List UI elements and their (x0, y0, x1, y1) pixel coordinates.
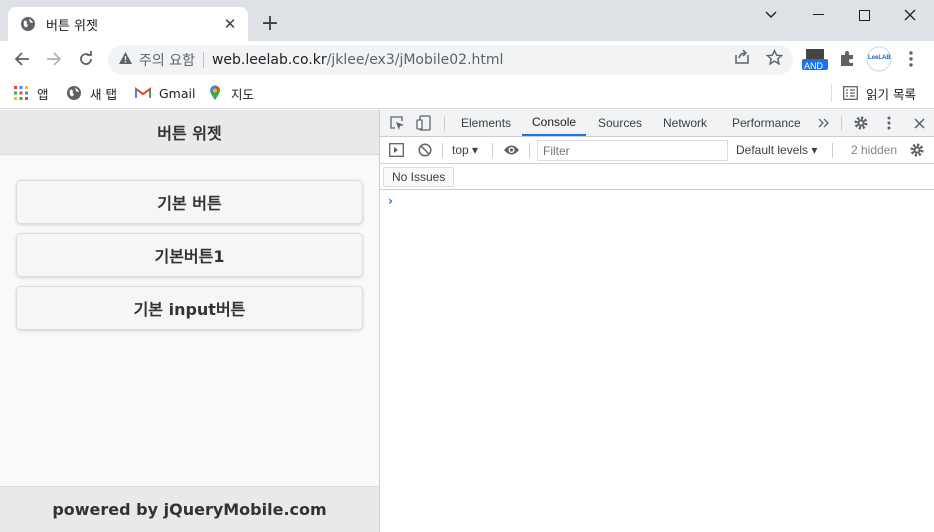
bookmark-maps[interactable]: 지도 (207, 82, 254, 104)
basic-button-1[interactable]: 기본버튼1 (16, 233, 363, 277)
browser-toolbar: 주의 요함 web.leelab.co.kr/jklee/ex3/jMobile… (0, 41, 934, 77)
settings-gear-icon[interactable] (852, 114, 870, 132)
console-toolbar: top ▾ Default levels ▾ 2 hidden (380, 137, 934, 164)
browser-tab[interactable]: 버튼 위젯 ✕ (8, 7, 248, 41)
tab-strip: 버튼 위젯 ✕ + (0, 0, 934, 41)
tab-title: 버튼 위젯 (46, 18, 98, 34)
warning-icon[interactable] (118, 51, 133, 69)
profile-label: LeeLAB (868, 55, 891, 61)
page-viewport: 버튼 위젯 기본 버튼 기본버튼1 기본 input버튼 powered by … (0, 110, 379, 532)
button-label: 기본 버튼 (157, 194, 222, 213)
extensions-puzzle-icon[interactable] (834, 46, 860, 72)
page-header: 버튼 위젯 (0, 110, 379, 155)
tab-network[interactable]: Network (653, 110, 717, 136)
maximize-icon[interactable] (841, 0, 887, 30)
reading-list-button[interactable]: 읽기 목록 (842, 82, 916, 104)
footer-text: powered by jQueryMobile.com (52, 500, 327, 519)
gmail-icon (135, 85, 151, 101)
url-divider (202, 52, 204, 68)
page-footer: powered by jQueryMobile.com (0, 486, 379, 532)
maps-pin-icon (207, 85, 223, 101)
security-label[interactable]: 주의 요함 (139, 50, 195, 70)
reading-list-label: 읽기 목록 (866, 86, 916, 102)
filter-input[interactable] (537, 140, 728, 161)
reload-icon[interactable] (74, 47, 98, 71)
bookmark-label: 새 탭 (90, 86, 117, 102)
dropdown-arrow-icon: ▾ (811, 143, 818, 157)
bookmark-star-icon[interactable] (765, 48, 783, 66)
context-label: top (452, 143, 469, 157)
button-label: 기본 input버튼 (133, 300, 246, 319)
more-tabs-icon[interactable] (815, 114, 833, 132)
clear-console-icon[interactable] (416, 141, 434, 159)
forward-arrow-icon[interactable] (42, 47, 66, 71)
url-path: /jklee/ex3/jMobile02.html (326, 52, 504, 68)
bookmarks-divider (831, 84, 832, 102)
page-title: 버튼 위젯 (157, 124, 222, 143)
sidebar-toggle-icon[interactable] (387, 141, 405, 159)
log-levels-dropdown[interactable]: Default levels ▾ (736, 143, 817, 157)
more-menu-icon[interactable] (898, 46, 924, 72)
apps-grid-icon (13, 85, 29, 101)
hidden-count: 2 hidden (851, 143, 898, 157)
divider (832, 143, 833, 158)
tab-console[interactable]: Console (522, 110, 587, 136)
live-expression-eye-icon[interactable] (502, 141, 520, 159)
url-text[interactable]: web.leelab.co.kr/jklee/ex3/jMobile02.htm… (212, 52, 503, 68)
devtools-panel: Elements Console Sources Network Perform… (379, 110, 934, 532)
minimize-icon[interactable] (795, 0, 841, 30)
device-toolbar-icon[interactable] (415, 114, 433, 132)
extension-badge: AND (804, 61, 824, 71)
share-icon[interactable] (733, 48, 751, 66)
divider (492, 143, 493, 158)
bookmark-label: 앱 (37, 86, 49, 102)
devtools-tabbar: Elements Console Sources Network Perform… (380, 110, 934, 137)
console-settings-gear-icon[interactable] (908, 141, 926, 159)
dropdown-arrow-icon: ▾ (472, 143, 479, 157)
basic-button[interactable]: 기본 버튼 (16, 180, 363, 224)
divider (841, 116, 842, 131)
button-label: 기본버튼1 (154, 247, 225, 266)
levels-label: Default levels (736, 143, 809, 157)
extension-and-icon[interactable]: AND (802, 46, 828, 72)
url-host: web.leelab.co.kr (211, 52, 327, 68)
bookmark-apps[interactable]: 앱 (13, 82, 49, 104)
address-bar[interactable]: 주의 요함 web.leelab.co.kr/jklee/ex3/jMobile… (108, 45, 793, 75)
tab-sources[interactable]: Sources (588, 110, 652, 136)
divider (444, 116, 445, 131)
window-close-icon[interactable] (887, 0, 933, 30)
issues-bar: No Issues (380, 164, 934, 190)
inspect-element-icon[interactable] (388, 114, 406, 132)
globe-icon (66, 85, 82, 101)
issues-button[interactable]: No Issues (383, 167, 455, 187)
profile-avatar[interactable]: LeeLAB (866, 46, 892, 72)
bookmark-label: Gmail (159, 85, 196, 101)
context-selector[interactable]: top ▾ (452, 143, 478, 157)
tab-performance[interactable]: Performance (722, 110, 811, 136)
tab-elements[interactable]: Elements (451, 110, 521, 136)
tab-search-icon[interactable] (748, 0, 794, 30)
close-devtools-icon[interactable] (910, 114, 928, 132)
bookmark-label: 지도 (231, 86, 255, 102)
globe-icon (20, 16, 36, 32)
bookmark-gmail[interactable]: Gmail (135, 82, 195, 104)
reading-list-icon (842, 85, 858, 101)
new-tab-button[interactable]: + (258, 12, 282, 36)
divider (442, 143, 443, 158)
customize-menu-icon[interactable] (880, 114, 898, 132)
divider (529, 143, 530, 158)
console-prompt[interactable]: › (388, 194, 393, 208)
bookmarks-bar: 앱 새 탭 Gmail 지도 읽기 목록 (0, 77, 934, 109)
basic-input-button[interactable]: 기본 input버튼 (16, 286, 363, 330)
bookmark-new-tab[interactable]: 새 탭 (66, 82, 117, 104)
back-arrow-icon[interactable] (10, 47, 34, 71)
close-tab-icon[interactable]: ✕ (222, 15, 238, 33)
